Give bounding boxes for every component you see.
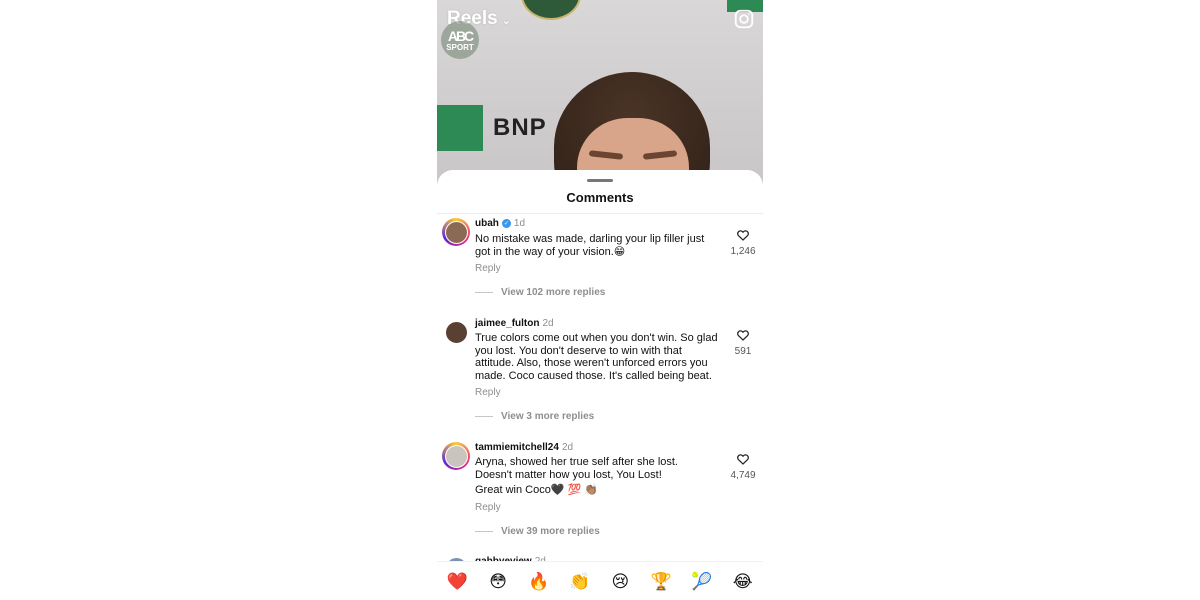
like-control: 1,246	[729, 228, 757, 257]
comment-line: made. Coco caused those. It's called bei…	[475, 369, 712, 382]
avatar-image	[444, 220, 468, 244]
comment-item: ubah ✓ 1d No mistake was made, darling y…	[437, 218, 763, 298]
view-replies-button[interactable]: View 39 more replies	[475, 526, 600, 537]
view-replies-label: View 3 more replies	[501, 411, 595, 422]
emoji-cry[interactable]: 😢	[605, 572, 635, 592]
reel-video[interactable]: BNP Reels ⌄ ABC SPORT	[437, 0, 763, 190]
sheet-drag-handle[interactable]	[587, 179, 613, 182]
comment-time: 1d	[513, 218, 526, 229]
like-count: 591	[734, 346, 752, 357]
phone-screen: BNP Reels ⌄ ABC SPORT Comments ubah ✓ 1d…	[437, 0, 763, 600]
comment-username[interactable]: jaimee_fulton	[475, 318, 539, 329]
reply-button[interactable]: Reply	[475, 502, 501, 513]
comment-username[interactable]: tammiemitchell24	[475, 442, 559, 453]
avatar-image	[444, 320, 468, 344]
abc-sport-label: SPORT	[446, 42, 474, 52]
emoji-tennis-ball[interactable]: 🎾	[687, 572, 717, 592]
comment-header: tammiemitchell24 2d	[475, 442, 573, 453]
reply-button[interactable]: Reply	[475, 263, 501, 274]
comment-line: you lost. You don't deserve to win with …	[475, 344, 682, 357]
avatar[interactable]	[442, 318, 470, 346]
avatar-image	[444, 444, 468, 468]
like-control: 591	[729, 328, 757, 357]
like-count: 1,246	[730, 246, 756, 257]
view-replies-button[interactable]: View 102 more replies	[475, 287, 605, 298]
comment-time: 2d	[561, 442, 574, 453]
comment-line: Aryna, showed her true self after she lo…	[475, 456, 678, 468]
comment-header: jaimee_fulton 2d	[475, 318, 554, 329]
abc-logo-glyph: ABC	[447, 27, 474, 44]
comment-time: 2d	[542, 318, 554, 329]
heart-icon[interactable]	[736, 452, 750, 466]
chevron-down-icon: ⌄	[501, 15, 511, 27]
comment-username[interactable]: ubah	[475, 218, 499, 229]
sponsor-logo-tile	[437, 105, 483, 151]
comment-text: Aryna, showed her true self after she lo…	[475, 456, 725, 497]
view-replies-button[interactable]: View 3 more replies	[475, 411, 594, 422]
avatar[interactable]	[442, 218, 470, 246]
comment-line: Doesn't matter how you lost, You Lost!	[475, 468, 662, 481]
replies-divider-line	[475, 292, 493, 293]
comment-line: got in the way of your vision.😁	[475, 245, 626, 258]
abc-sport-badge: ABC SPORT	[441, 21, 479, 59]
emoji-heart[interactable]: ❤️	[442, 572, 472, 592]
emoji-fire[interactable]: 🔥	[524, 572, 554, 592]
avatar[interactable]	[442, 442, 470, 470]
emoji-reaction-bar: ❤️ 😳 🔥 👏 😢 🏆 🎾 😂	[437, 561, 763, 600]
view-replies-label: View 39 more replies	[501, 526, 600, 537]
comment-text: True colors come out when you don't win.…	[475, 332, 725, 382]
comment-item: jaimee_fulton 2d True colors come out wh…	[437, 318, 763, 422]
verified-badge-icon: ✓	[501, 219, 511, 228]
emoji-laughing[interactable]: 😂	[728, 572, 758, 592]
heart-icon[interactable]	[736, 328, 750, 342]
sponsor-backdrop-text: BNP	[493, 114, 547, 141]
tournament-seal	[521, 0, 581, 20]
comment-item: tammiemitchell24 2d Aryna, showed her tr…	[437, 442, 763, 537]
comment-line: True colors come out when you don't win.…	[475, 332, 718, 344]
reply-button[interactable]: Reply	[475, 387, 501, 398]
camera-icon[interactable]	[733, 8, 755, 30]
heart-icon[interactable]	[736, 228, 750, 242]
sheet-divider	[437, 213, 763, 214]
emoji-trophy[interactable]: 🏆	[646, 572, 676, 592]
comments-sheet: Comments ubah ✓ 1d No mistake was made, …	[437, 170, 763, 600]
replies-divider-line	[475, 416, 493, 417]
view-replies-label: View 102 more replies	[501, 287, 606, 298]
comments-title: Comments	[566, 190, 634, 205]
comment-header: ubah ✓ 1d	[475, 218, 525, 229]
comment-line: Great win Coco🖤 💯 👏🏽	[475, 484, 599, 496]
replies-divider-line	[475, 531, 493, 532]
comment-text: No mistake was made, darling your lip fi…	[475, 233, 725, 258]
comment-line: attitude. Also, those weren't unforced e…	[475, 357, 708, 369]
like-count: 4,749	[730, 470, 756, 481]
like-control: 4,749	[729, 452, 757, 481]
emoji-flushed[interactable]: 😳	[483, 572, 513, 592]
comment-line: No mistake was made, darling your lip fi…	[475, 233, 705, 245]
emoji-clap[interactable]: 👏	[565, 572, 595, 592]
